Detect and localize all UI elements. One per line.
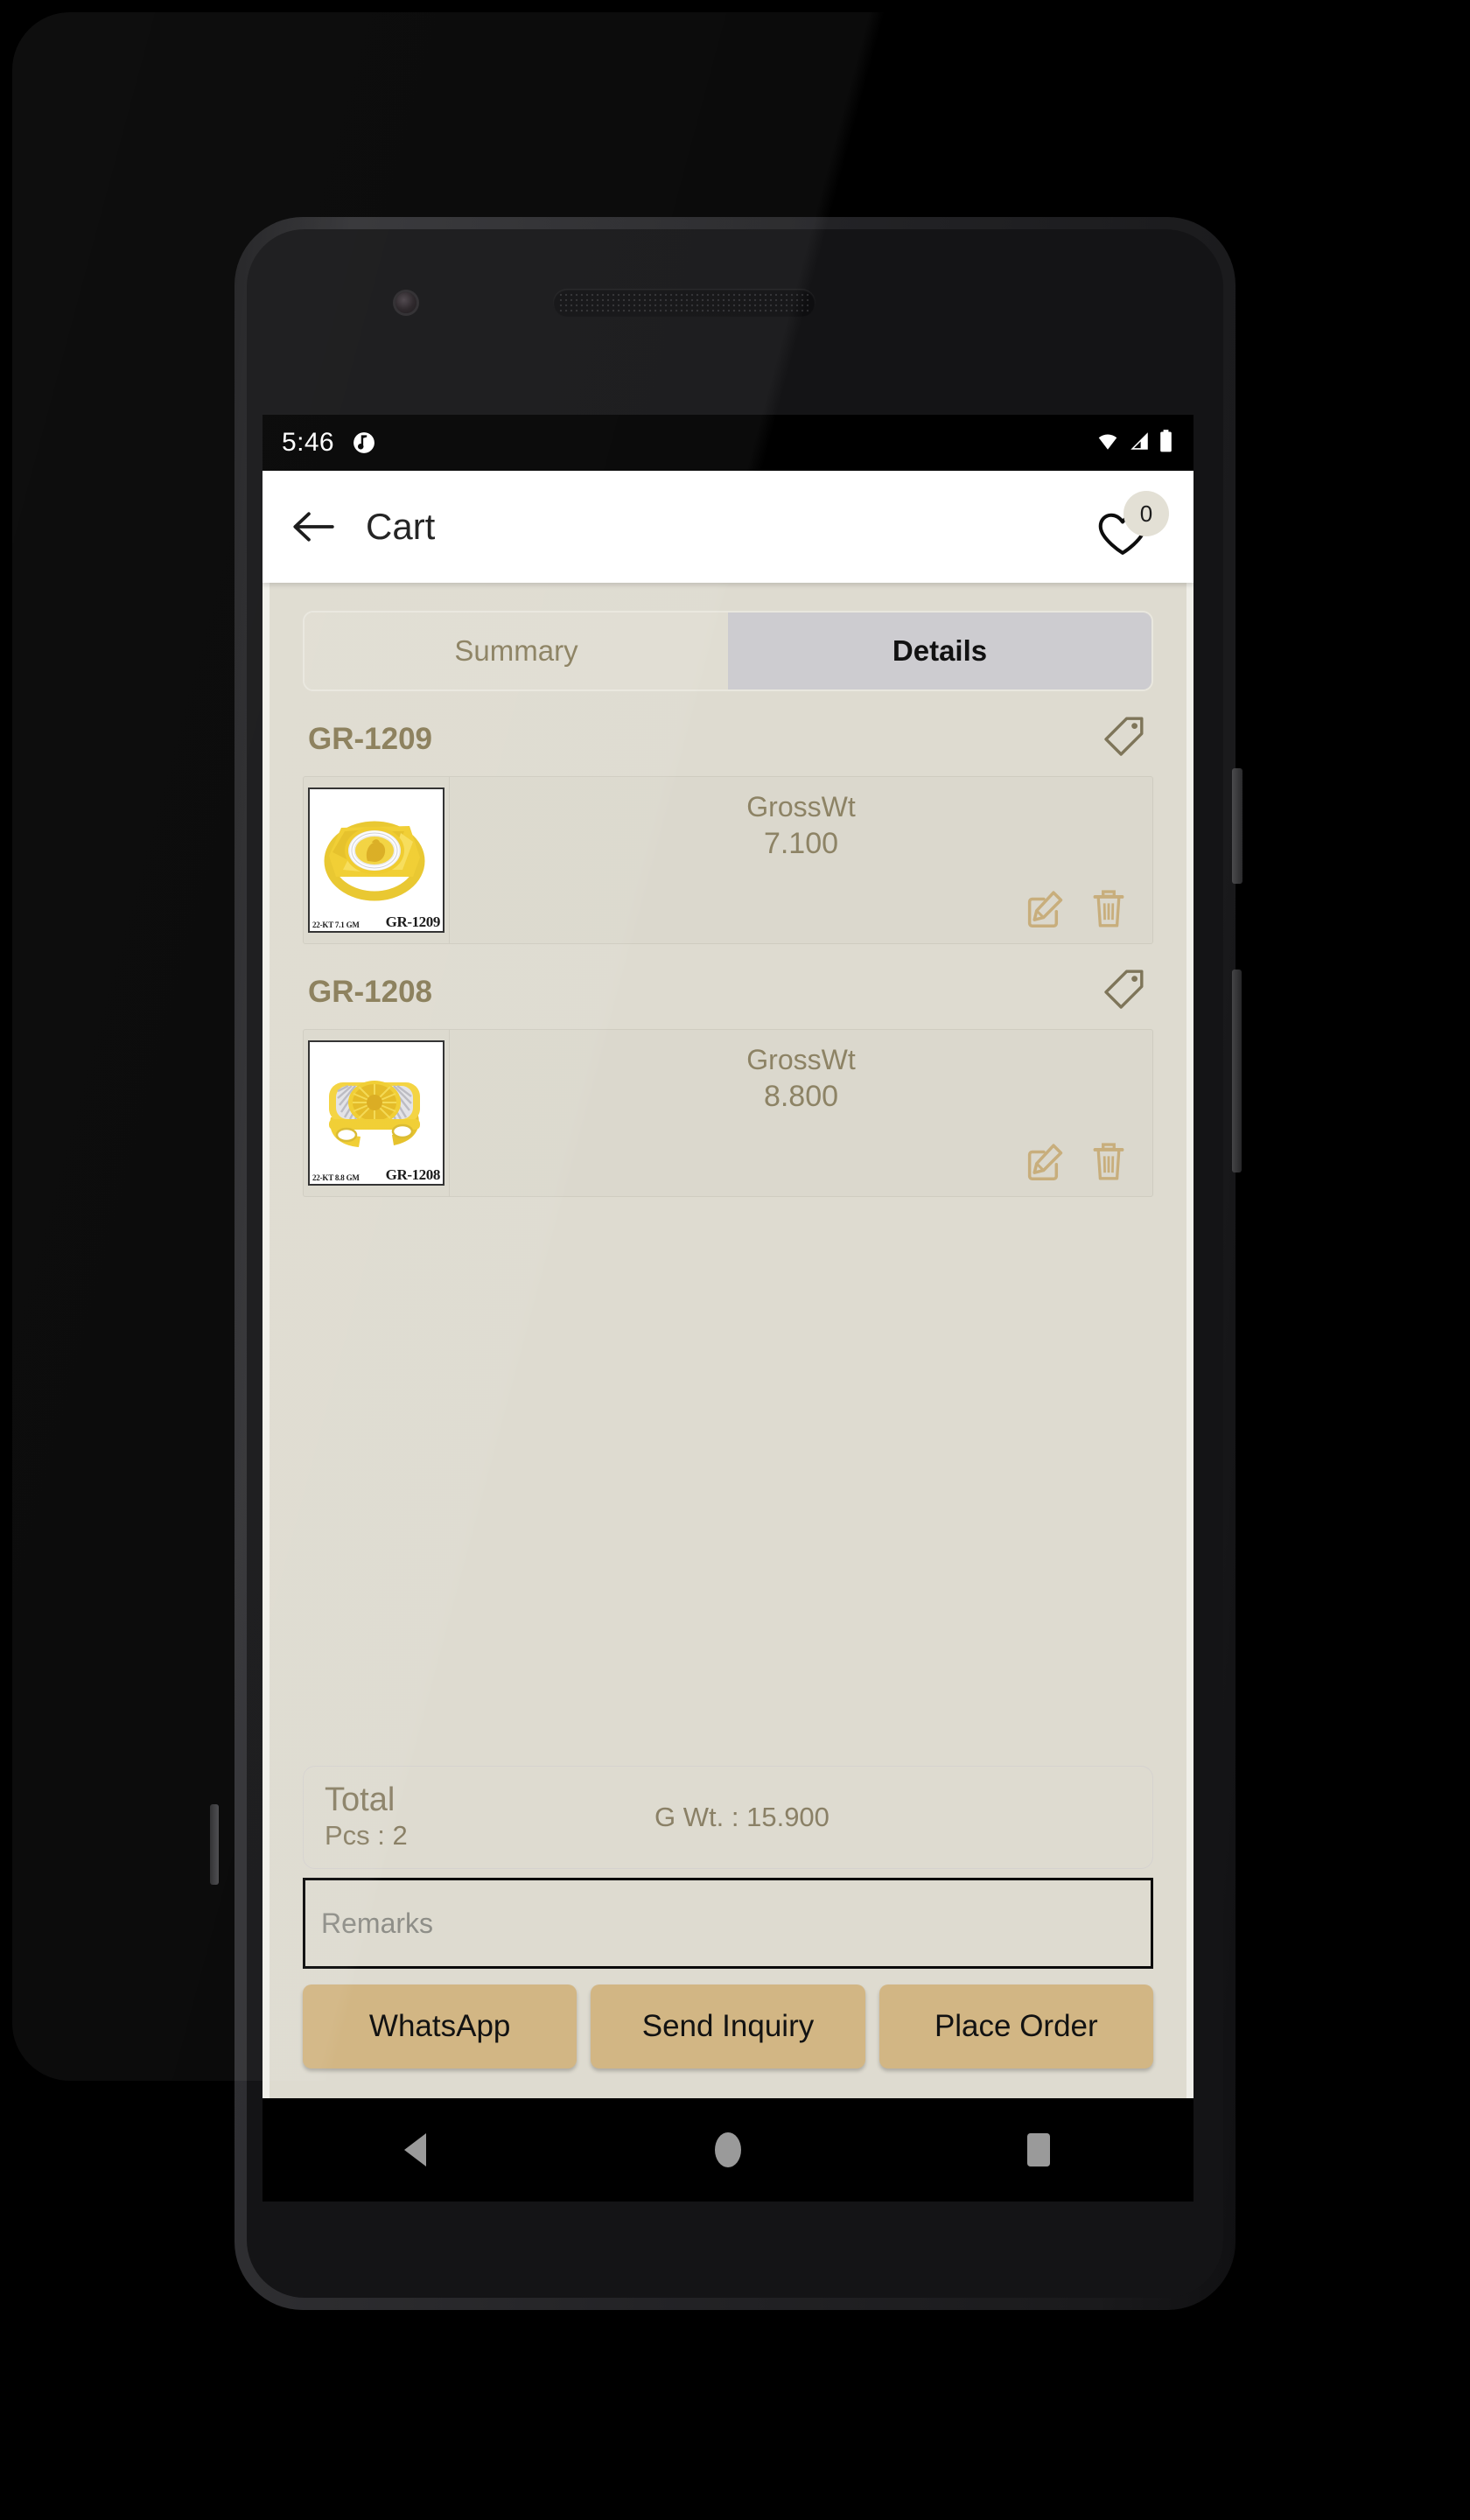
status-indicators [1095, 429, 1174, 458]
volume-button[interactable] [1232, 970, 1242, 1172]
total-pieces: Pcs : 2 [325, 1819, 408, 1851]
cart-item-group: GR-1208 22-KT 8.8 GM GR-1208 GrossWt 8.8… [303, 944, 1153, 1197]
wishlist-count-badge: 0 [1124, 491, 1169, 536]
product-thumbnail-cell[interactable]: 22-KT 7.1 GM GR-1209 [304, 777, 450, 943]
nav-recents-square-icon[interactable] [990, 2124, 1087, 2176]
nav-back-triangle-icon[interactable] [369, 2124, 466, 2176]
app-notification-icon [352, 430, 376, 455]
cart-view-tabs: Summary Details [303, 611, 1153, 691]
nav-home-circle-icon[interactable] [680, 2124, 776, 2176]
cart-item-card[interactable]: 22-KT 7.1 GM GR-1209 GrossWt 7.100 [303, 776, 1153, 944]
product-image-caption-right: GR-1208 [385, 1166, 441, 1183]
content-area: Summary Details GR-1209 22-KT 7.1 GM GR-… [262, 583, 1194, 2098]
status-clock: 5:46 [282, 428, 334, 457]
cart-item-actions [1023, 1141, 1128, 1187]
phone-screen: 5:46 Cart 0 Summary Details GR-1209 22-K… [262, 415, 1194, 2098]
place-order-button[interactable]: Place Order [878, 1984, 1153, 2068]
product-info-cell: GrossWt 8.800 [450, 1030, 1152, 1196]
price-tag-icon[interactable] [1099, 967, 1148, 1017]
tab-details[interactable]: Details [728, 612, 1152, 690]
power-button[interactable] [1232, 768, 1242, 884]
edit-pencil-icon[interactable] [1023, 1141, 1067, 1187]
edit-pencil-icon[interactable] [1023, 888, 1067, 934]
gross-weight-label: GrossWt [746, 791, 856, 822]
wifi-icon [1095, 430, 1121, 457]
trash-icon[interactable] [1089, 1141, 1128, 1187]
remarks-input[interactable]: Remarks [303, 1878, 1153, 1969]
gross-weight-value: 7.100 [763, 827, 839, 860]
gross-weight-value: 8.800 [763, 1080, 839, 1113]
product-code-label: GR-1209 [308, 721, 433, 756]
cart-item-header: GR-1208 [303, 944, 1153, 1029]
left-side-button[interactable] [210, 1804, 219, 1885]
total-gross-weight: G Wt. : 15.900 [654, 1802, 830, 1832]
gross-weight-label: GrossWt [746, 1044, 856, 1075]
product-image: 22-KT 7.1 GM GR-1209 [308, 788, 444, 933]
total-left-block: Total Pcs : 2 [325, 1782, 408, 1852]
status-bar: 5:46 [262, 415, 1194, 471]
whatsapp-button[interactable]: WhatsApp [303, 1984, 578, 2068]
remarks-placeholder: Remarks [321, 1907, 434, 1939]
send-inquiry-button[interactable]: Send Inquiry [591, 1984, 865, 2068]
tab-summary[interactable]: Summary [304, 612, 728, 690]
cart-item-actions [1023, 888, 1128, 934]
total-label: Total [325, 1782, 396, 1819]
price-tag-icon[interactable] [1099, 714, 1148, 764]
wishlist-button[interactable]: 0 [1096, 491, 1171, 563]
cart-details-panel: Summary Details GR-1209 22-KT 7.1 GM GR-… [270, 583, 1186, 2098]
cart-total-card: Total Pcs : 2 G Wt. : 15.900 [303, 1766, 1153, 1869]
page-title: Cart [366, 506, 436, 547]
action-button-row: WhatsApp Send Inquiry Place Order [303, 1984, 1153, 2068]
trash-icon[interactable] [1089, 888, 1128, 934]
earpiece-speaker [553, 289, 816, 317]
battery-full-icon [1158, 429, 1174, 458]
product-image-caption-left: 22-KT 8.8 GM [312, 1173, 360, 1182]
product-image-caption-left: 22-KT 7.1 GM [312, 920, 360, 929]
app-bar: Cart 0 [262, 471, 1194, 583]
cart-item-header: GR-1209 [303, 691, 1153, 776]
android-navigation-bar [262, 2098, 1194, 2202]
product-info-cell: GrossWt 7.100 [450, 777, 1152, 943]
front-camera-icon [396, 292, 416, 313]
cart-item-card[interactable]: 22-KT 8.8 GM GR-1208 GrossWt 8.800 [303, 1029, 1153, 1197]
cellular-signal-icon [1127, 430, 1152, 457]
product-image: 22-KT 8.8 GM GR-1208 [308, 1040, 444, 1186]
product-thumbnail-cell[interactable]: 22-KT 8.8 GM GR-1208 [304, 1030, 450, 1196]
back-arrow-icon[interactable] [285, 498, 343, 556]
product-image-caption-right: GR-1209 [385, 914, 441, 930]
cart-item-group: GR-1209 22-KT 7.1 GM GR-1209 GrossWt 7.1… [303, 691, 1153, 944]
product-code-label: GR-1208 [308, 974, 433, 1009]
